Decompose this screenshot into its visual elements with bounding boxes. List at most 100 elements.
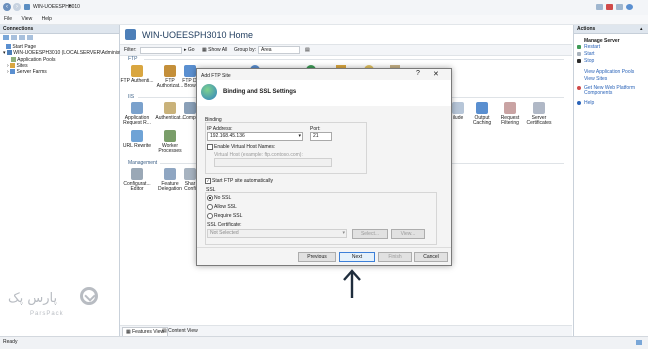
enable-virtual-host-label: Enable Virtual Host Names: — [214, 144, 276, 150]
no-ssl-radio[interactable] — [207, 195, 213, 201]
help-button[interactable]: ? — [416, 70, 420, 77]
add-ftp-site-dialog: Add FTP Site ? ✕ Binding and SSL Setting… — [196, 68, 452, 266]
action-start[interactable]: Start — [577, 52, 595, 57]
globe-icon — [201, 84, 217, 100]
back-icon[interactable]: ‹ — [3, 3, 11, 11]
previous-button[interactable]: Previous — [298, 252, 336, 262]
ssl-certificate-select[interactable]: Not Selected ▾ — [207, 229, 347, 238]
actions-title: Actions — [574, 25, 648, 34]
view-certificate-button[interactable]: View... — [391, 229, 425, 239]
address-bar: ‹ › WIN-UOEESPH3010 ▸ — [0, 0, 648, 16]
close-icon[interactable]: ✕ — [433, 70, 439, 78]
action-view-application-pools[interactable]: View Application Pools — [584, 70, 634, 75]
show-all-button[interactable]: ▦ Show All — [202, 47, 227, 53]
watermark-brand-en: ParsPack — [30, 311, 64, 317]
group-by-select[interactable]: Area — [258, 46, 300, 54]
ftp-directory-icon — [184, 65, 196, 77]
action-get-web-platform-components[interactable]: Get New Web Platform Components — [577, 86, 646, 96]
dialog-header: Binding and SSL Settings — [197, 80, 451, 106]
address-chevron-icon[interactable]: ▸ — [69, 3, 72, 9]
port-input[interactable]: 21 — [310, 132, 332, 141]
feature-ftp-authentication[interactable]: FTP Authenti... — [120, 65, 154, 84]
section-iis: IIS — [128, 94, 135, 100]
finish-button[interactable]: Finish — [378, 252, 412, 262]
stop-icon[interactable] — [606, 4, 613, 10]
menu-view[interactable]: View — [21, 16, 32, 22]
allow-ssl-label: Allow SSL — [214, 204, 237, 210]
tree-server-farms[interactable]: › Server Farms — [7, 69, 47, 75]
menu-help[interactable]: Help — [42, 16, 52, 22]
feature-application-request-routing[interactable]: Application Request R... — [120, 102, 154, 126]
connections-title: Connections — [0, 25, 119, 34]
require-ssl-radio[interactable] — [207, 213, 213, 219]
output-caching-icon — [476, 102, 488, 114]
server-icon — [6, 50, 12, 56]
feature-worker-processes[interactable]: Worker Processes — [153, 130, 187, 154]
home-icon[interactable] — [616, 4, 623, 10]
help-icon — [577, 101, 581, 105]
dialog-heading: Binding and SSL Settings — [223, 89, 297, 95]
forward-icon[interactable]: › — [13, 3, 21, 11]
tree-server[interactable]: ▾ WIN-UOEESPH3010 (LOCALSERVER\Administr… — [3, 50, 129, 56]
go-button[interactable]: ▸ Go — [184, 47, 195, 53]
section-divider — [144, 59, 564, 60]
actions-pane: Actions ▴ Manage Server Restart Start St… — [573, 25, 648, 336]
enable-virtual-host-checkbox[interactable] — [207, 144, 213, 150]
view-tabs: ▦ Features View ▤ Content View — [120, 325, 572, 337]
filter-input[interactable] — [140, 47, 182, 54]
sites-icon — [10, 63, 16, 69]
compression-icon — [184, 102, 196, 114]
virtual-host-input[interactable] — [214, 158, 332, 167]
action-restart[interactable]: Restart — [577, 45, 600, 50]
no-ssl-label: No SSL — [214, 195, 232, 201]
start-automatically-checkbox[interactable]: ✓ — [205, 178, 211, 184]
menu-file[interactable]: File — [4, 16, 12, 22]
select-certificate-button[interactable]: Select... — [352, 229, 388, 239]
web-platform-icon — [577, 86, 581, 90]
address-path[interactable]: WIN-UOEESPH3010 — [33, 4, 80, 10]
feature-configuration-editor[interactable]: Configurat... Editor — [120, 168, 154, 192]
dialog-title: Add FTP Site — [201, 73, 231, 79]
cancel-button[interactable]: Cancel — [414, 252, 448, 262]
include-icon — [452, 102, 464, 114]
page-title: WIN-UOEESPH3010 Home — [142, 30, 254, 40]
next-button[interactable]: Next — [339, 252, 375, 262]
collapse-arrow-icon[interactable]: ▾ — [3, 50, 6, 56]
filter-bar: Filter: ▸ Go ▦ Show All Group by: Area ▤ — [120, 44, 572, 56]
network-icon — [636, 340, 642, 345]
allow-ssl-radio[interactable] — [207, 204, 213, 210]
connect-icon[interactable] — [3, 35, 9, 40]
action-stop[interactable]: Stop — [577, 59, 594, 64]
connections-pane: Connections Start Page ▾ WIN-UOEESPH3010… — [0, 25, 129, 337]
filter-label: Filter: — [124, 47, 137, 53]
group-by-label: Group by: — [234, 47, 256, 53]
action-view-sites[interactable]: View Sites — [584, 77, 607, 82]
refresh-icon[interactable] — [596, 4, 603, 10]
status-bar: Ready — [0, 336, 648, 349]
status-text: Ready — [3, 339, 18, 345]
server-certificates-icon — [533, 102, 545, 114]
action-help[interactable]: Help — [577, 101, 594, 106]
configuration-editor-icon — [131, 168, 143, 180]
expand-arrow-icon[interactable]: › — [7, 69, 9, 75]
feature-include[interactable]: ilude — [450, 102, 466, 121]
feature-delegation-icon — [164, 168, 176, 180]
ip-address-select[interactable]: 192.168.45.136 ▾ — [207, 132, 303, 141]
parspack-watermark: پارس پک ParsPack — [8, 287, 108, 337]
arr-icon — [131, 102, 143, 114]
save-icon[interactable] — [11, 35, 17, 40]
menu-bar: File View Help — [0, 15, 648, 25]
app-pool-icon — [11, 57, 16, 63]
feature-server-certificates[interactable]: Server Certificates — [522, 102, 556, 126]
ftp-authorization-icon — [164, 65, 176, 77]
start-icon — [577, 52, 581, 56]
view-mode-icon[interactable]: ▤ — [305, 47, 310, 53]
collapse-pane-icon[interactable]: ▴ — [640, 26, 643, 32]
collapse-icon[interactable] — [27, 35, 33, 40]
feature-url-rewrite[interactable]: URL Rewrite — [120, 130, 154, 149]
tab-content-view[interactable]: ▤ Content View — [162, 328, 198, 334]
up-icon[interactable] — [19, 35, 25, 40]
url-rewrite-icon — [131, 130, 143, 142]
help-icon[interactable] — [626, 4, 633, 10]
section-management: Management — [128, 160, 158, 166]
